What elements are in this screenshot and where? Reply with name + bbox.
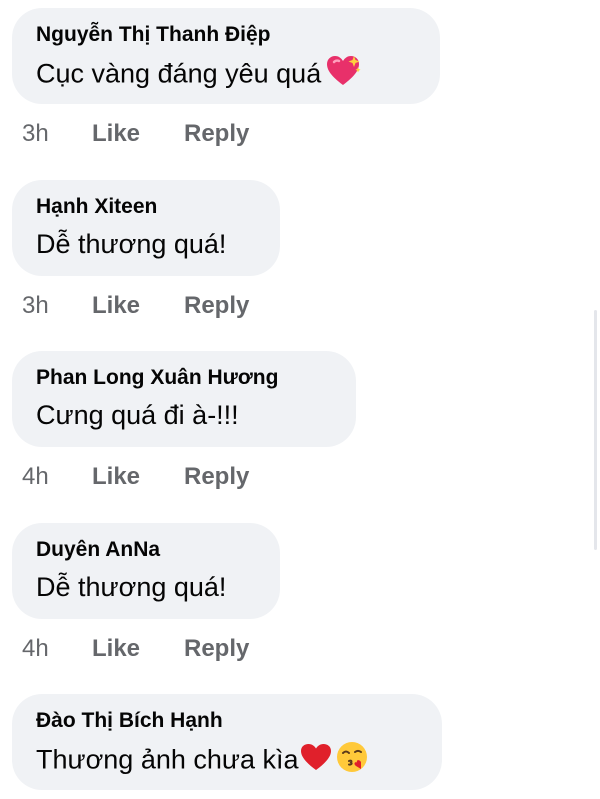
like-button[interactable]: Like xyxy=(92,635,184,663)
comment-item: Duyên AnNa Dễ thương quá! xyxy=(12,523,280,619)
comment-author[interactable]: Nguyễn Thị Thanh Điệp xyxy=(36,22,416,48)
comment-timestamp[interactable]: 3h xyxy=(22,292,92,320)
comment-item: Nguyễn Thị Thanh Điệp Cục vàng đáng yêu … xyxy=(12,8,440,104)
comment-author[interactable]: Đào Thị Bích Hạnh xyxy=(36,708,418,734)
comment-actions: 4h Like Reply xyxy=(22,463,274,491)
red-heart-icon xyxy=(299,742,333,781)
comment-actions: 4h Like Reply xyxy=(22,635,274,663)
comment-text: Cục vàng đáng yêu quá xyxy=(36,54,416,97)
scrollbar[interactable] xyxy=(594,310,597,550)
comment-text: Thương ảnh chưa kìa xyxy=(36,740,418,783)
comment-author[interactable]: Phan Long Xuân Hương xyxy=(36,365,332,391)
comment-text: Dễ thương quá! xyxy=(36,229,227,259)
reply-button[interactable]: Reply xyxy=(184,120,274,148)
comment-actions: 3h Like Reply xyxy=(22,292,274,320)
like-button[interactable]: Like xyxy=(92,292,184,320)
comment-text-content: Cục vàng đáng yêu quá xyxy=(36,58,322,89)
comment-bubble: Phan Long Xuân Hương Cưng quá đi à-!!! xyxy=(12,351,356,447)
comment-text: Cưng quá đi à-!!! xyxy=(36,400,239,430)
like-button[interactable]: Like xyxy=(92,463,184,491)
comment-text-content: Thương ảnh chưa kìa xyxy=(36,744,299,775)
comment-item: Đào Thị Bích Hạnh Thương ảnh chưa kìa xyxy=(12,694,442,790)
reply-button[interactable]: Reply xyxy=(184,292,274,320)
comment-timestamp[interactable]: 4h xyxy=(22,463,92,491)
comment-actions: 3h Like Reply xyxy=(22,120,274,148)
comment-bubble: Nguyễn Thị Thanh Điệp Cục vàng đáng yêu … xyxy=(12,8,440,104)
comment-item: Hạnh Xiteen Dễ thương quá! xyxy=(12,180,280,276)
comment-timestamp[interactable]: 4h xyxy=(22,635,92,663)
sparkling-heart-icon xyxy=(325,54,361,97)
like-button[interactable]: Like xyxy=(92,120,184,148)
reply-button[interactable]: Reply xyxy=(184,635,274,663)
comment-text: Dễ thương quá! xyxy=(36,572,227,602)
comment-item: Phan Long Xuân Hương Cưng quá đi à-!!! xyxy=(12,351,356,447)
face-blowing-kiss-icon xyxy=(335,740,369,783)
comment-bubble: Duyên AnNa Dễ thương quá! xyxy=(12,523,280,619)
comment-timestamp[interactable]: 3h xyxy=(22,120,92,148)
comment-bubble: Đào Thị Bích Hạnh Thương ảnh chưa kìa xyxy=(12,694,442,790)
comment-author[interactable]: Hạnh Xiteen xyxy=(36,194,256,220)
reply-button[interactable]: Reply xyxy=(184,463,274,491)
comment-author[interactable]: Duyên AnNa xyxy=(36,537,256,563)
comment-bubble: Hạnh Xiteen Dễ thương quá! xyxy=(12,180,280,276)
